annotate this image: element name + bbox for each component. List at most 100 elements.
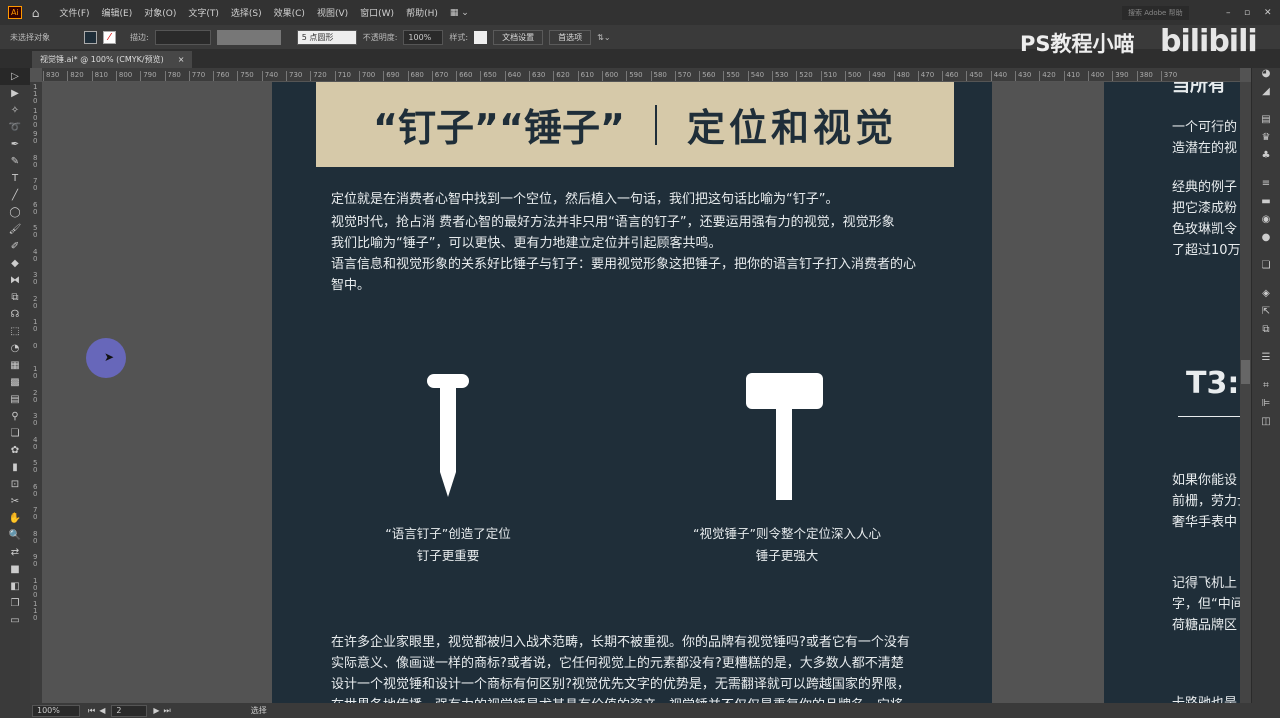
menu-object[interactable]: 对象(O)	[144, 6, 176, 19]
appearance-icon[interactable]: ●	[1252, 228, 1280, 246]
pen-tool-icon[interactable]: ✒	[0, 136, 30, 153]
arrange-icon[interactable]: ⇅⌄	[597, 33, 610, 42]
eyedropper-icon[interactable]: ⚲	[0, 408, 30, 425]
menu-help[interactable]: 帮助(H)	[406, 6, 438, 19]
ab2-text: 如果你能设前栅，劳力士奢华手表中	[1172, 470, 1240, 533]
magic-wand-icon[interactable]: ✧	[0, 102, 30, 119]
symbol-sprayer-icon[interactable]: ✿	[0, 442, 30, 459]
first-artboard-button[interactable]: ⏮	[88, 706, 95, 716]
align-icon[interactable]: ⊫	[1252, 394, 1280, 412]
menu-type[interactable]: 文字(T)	[188, 6, 219, 19]
line-tool-icon[interactable]: ╱	[0, 187, 30, 204]
zoom-select[interactable]: 100%	[32, 704, 80, 717]
vertical-scroll-thumb[interactable]	[1241, 360, 1250, 384]
ellipse-tool-icon[interactable]: ◯	[0, 204, 30, 221]
gradient-tool-icon[interactable]: ▤	[0, 391, 30, 408]
pathfinder-icon[interactable]: ◫	[1252, 412, 1280, 430]
graph-tool-icon[interactable]: ▮	[0, 459, 30, 476]
maximize-button[interactable]: ▫	[1244, 8, 1250, 18]
ruler-tick-label: 30	[33, 412, 38, 427]
reflect-tool-icon[interactable]: ⧓	[0, 272, 30, 289]
menu-file[interactable]: 文件(F)	[59, 6, 89, 19]
menu-edit[interactable]: 编辑(E)	[102, 6, 133, 19]
lasso-icon[interactable]: ➰	[0, 119, 30, 136]
home-icon[interactable]: ⌂	[32, 6, 40, 20]
symbols-icon[interactable]: ♣	[1252, 146, 1280, 164]
artboards-panel-icon[interactable]: ⧉	[1252, 320, 1280, 338]
menu-effect[interactable]: 效果(C)	[274, 6, 305, 19]
shape-builder-icon[interactable]: ◔	[0, 340, 30, 357]
eraser-icon[interactable]: ◆	[0, 255, 30, 272]
search-field[interactable]: 搜索 Adobe 帮助	[1122, 5, 1189, 20]
free-transform-icon[interactable]: ⬚	[0, 323, 30, 340]
last-artboard-button[interactable]: ⏭	[164, 706, 171, 716]
slice-tool-icon[interactable]: ✂	[0, 493, 30, 510]
style-swatch[interactable]	[474, 30, 488, 44]
type-tool-icon[interactable]: T	[0, 170, 30, 187]
nail-caption-line: “语言钉子”创造了定位	[385, 526, 511, 541]
hand-tool-icon[interactable]: ✋	[0, 510, 30, 527]
stroke-width-field[interactable]	[154, 29, 211, 45]
menu-view[interactable]: 视图(V)	[317, 6, 348, 19]
color-mode-icon[interactable]: ◧	[0, 578, 30, 595]
color-panel-icon[interactable]: ◕	[1252, 64, 1280, 82]
ruler-tick-label: 470	[917, 71, 934, 81]
title-banner: “钉子”“锤子” 定位和视觉	[316, 82, 954, 167]
document-setup-button[interactable]: 文档设置	[493, 29, 544, 45]
workspace-switcher-icon[interactable]: ▦ ⌄	[450, 8, 469, 18]
scale-tool-icon[interactable]: ⧉	[0, 289, 30, 306]
current-tool-label: 选择	[250, 706, 267, 715]
zoom-tool-icon[interactable]: 🔍	[0, 527, 30, 544]
properties-icon[interactable]: ☰	[1252, 348, 1280, 366]
screen-mode-icon[interactable]: ▭	[0, 612, 30, 629]
draw-mode-icon[interactable]: ❐	[0, 595, 30, 612]
fill-swatch[interactable]	[84, 30, 97, 44]
perspective-grid-icon[interactable]: ▦	[0, 357, 30, 374]
horizontal-ruler[interactable]: 830 820 810 800 790 780 770 760 750 740 730 720 710 7…	[42, 68, 1240, 82]
artboard-tool-icon[interactable]: ⊡	[0, 476, 30, 493]
menu-window[interactable]: 窗口(W)	[360, 6, 394, 19]
brush-select[interactable]: 5 点圆形	[296, 29, 357, 45]
prev-artboard-button[interactable]: ◀	[99, 706, 105, 715]
ab2-heading: 当所有	[1172, 82, 1226, 96]
fill-stroke-icon[interactable]: ■	[0, 561, 30, 578]
gradient-panel-icon[interactable]: ▬	[1252, 192, 1280, 210]
opacity-field[interactable]: 100%	[403, 29, 444, 45]
brushes-icon[interactable]: ♛	[1252, 128, 1280, 146]
layers-icon[interactable]: ◈	[1252, 284, 1280, 302]
next-artboard-button[interactable]: ▶	[153, 706, 159, 715]
warp-tool-icon[interactable]: ☊	[0, 306, 30, 323]
asset-export-icon[interactable]: ⇱	[1252, 302, 1280, 320]
title-right: 定位和视觉	[686, 106, 897, 150]
close-window-button[interactable]: ✕	[1264, 8, 1272, 18]
transform-icon[interactable]: ⌗	[1252, 376, 1280, 394]
vertical-ruler[interactable]: 110 100 90 80 70 60 50 40 30 20 10 0 10 20 30 40 50 60 70 8…	[30, 82, 42, 703]
menu-bar: Ai ⌂ 文件(F) 编辑(E) 对象(O) 文字(T) 选择(S) 效果(C)…	[0, 0, 1280, 25]
variable-width-profile[interactable]	[216, 29, 281, 45]
minimize-button[interactable]: –	[1226, 8, 1231, 18]
swatches-icon[interactable]: ▤	[1252, 110, 1280, 128]
mesh-tool-icon[interactable]: ▩	[0, 374, 30, 391]
hammer-icon	[746, 373, 823, 500]
paintbrush-icon[interactable]: 🖌	[0, 221, 30, 238]
graphic-styles-icon[interactable]: ❏	[1252, 256, 1280, 274]
intro-line: 语言信息和视觉形象的关系好比锤子与钉子：要用视觉形象这把锤子，把你的语言钉子打入…	[331, 257, 917, 272]
stroke-panel-icon[interactable]: ≡	[1252, 174, 1280, 192]
artboard-number-select[interactable]: 2	[111, 704, 148, 717]
close-tab-icon[interactable]: ×	[178, 55, 185, 64]
transparency-icon[interactable]: ◉	[1252, 210, 1280, 228]
curvature-tool-icon[interactable]: ✎	[0, 153, 30, 170]
selection-tool-icon[interactable]: ▷	[0, 68, 30, 85]
direct-selection-tool-icon[interactable]: ▶	[0, 85, 30, 102]
preferences-button[interactable]: 首选项	[549, 29, 592, 45]
stroke-swatch[interactable]: ⁄	[103, 30, 116, 44]
ruler-tick-label: 740	[261, 71, 278, 81]
ab2-line: 荷糖品牌区	[1172, 618, 1238, 633]
blend-tool-icon[interactable]: ❏	[0, 425, 30, 442]
swap-colors-icon[interactable]: ⇄	[0, 544, 30, 561]
document-tab[interactable]: 视觉锤.ai* @ 100% (CMYK/预览) ×	[32, 51, 193, 68]
menu-select[interactable]: 选择(S)	[231, 6, 262, 19]
blob-brush-icon[interactable]: ✐	[0, 238, 30, 255]
vertical-scrollbar[interactable]	[1240, 82, 1251, 703]
color-guide-icon[interactable]: ◢	[1252, 82, 1280, 100]
